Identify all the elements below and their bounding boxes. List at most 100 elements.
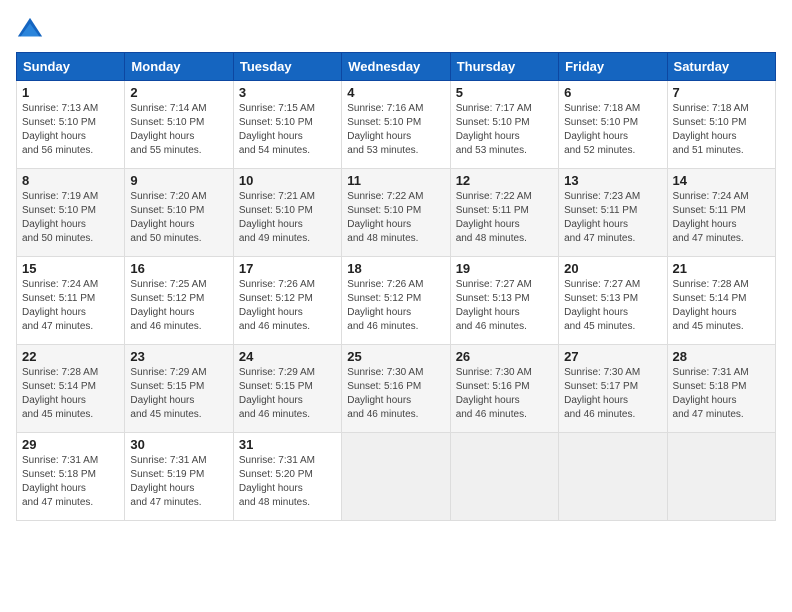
day-number: 15 (22, 261, 119, 276)
day-info: Sunrise: 7:14 AMSunset: 5:10 PMDaylight … (130, 103, 206, 156)
day-header-wednesday: Wednesday (342, 53, 450, 81)
day-info: Sunrise: 7:25 AMSunset: 5:12 PMDaylight … (130, 279, 206, 332)
calendar-cell: 20Sunrise: 7:27 AMSunset: 5:13 PMDayligh… (559, 257, 667, 345)
day-number: 6 (564, 85, 661, 100)
day-number: 14 (673, 173, 770, 188)
day-info: Sunrise: 7:28 AMSunset: 5:14 PMDaylight … (673, 279, 749, 332)
calendar-cell: 3 Sunrise: 7:15 AMSunset: 5:10 PMDaylight… (233, 81, 341, 169)
day-info: Sunrise: 7:21 AMSunset: 5:10 PMDaylight … (239, 191, 315, 244)
logo (16, 16, 48, 44)
day-number: 20 (564, 261, 661, 276)
calendar-cell (450, 433, 558, 521)
day-number: 30 (130, 437, 227, 452)
day-info: Sunrise: 7:23 AMSunset: 5:11 PMDaylight … (564, 191, 640, 244)
calendar-cell: 17 Sunrise: 7:26 AMSunset: 5:12 PMDayligh… (233, 257, 341, 345)
day-info: Sunrise: 7:15 AMSunset: 5:10 PMDaylight … (239, 103, 315, 156)
day-number: 18 (347, 261, 444, 276)
day-number: 29 (22, 437, 119, 452)
calendar-cell: 6 Sunrise: 7:18 AMSunset: 5:10 PMDaylight… (559, 81, 667, 169)
calendar-cell: 8 Sunrise: 7:19 AMSunset: 5:10 PMDaylight… (17, 169, 125, 257)
day-number: 5 (456, 85, 553, 100)
week-row-2: 8 Sunrise: 7:19 AMSunset: 5:10 PMDaylight… (17, 169, 776, 257)
week-row-3: 15 Sunrise: 7:24 AMSunset: 5:11 PMDayligh… (17, 257, 776, 345)
calendar-cell: 23 Sunrise: 7:29 AMSunset: 5:15 PMDayligh… (125, 345, 233, 433)
day-header-saturday: Saturday (667, 53, 775, 81)
day-header-thursday: Thursday (450, 53, 558, 81)
day-number: 28 (673, 349, 770, 364)
day-info: Sunrise: 7:28 AMSunset: 5:14 PMDaylight … (22, 367, 98, 420)
calendar-cell: 27 Sunrise: 7:30 AMSunset: 5:17 PMDayligh… (559, 345, 667, 433)
day-info: Sunrise: 7:31 AMSunset: 5:18 PMDaylight … (673, 367, 749, 420)
day-number: 4 (347, 85, 444, 100)
day-number: 11 (347, 173, 444, 188)
day-number: 2 (130, 85, 227, 100)
calendar-cell: 31 Sunrise: 7:31 AMSunset: 5:20 PMDayligh… (233, 433, 341, 521)
day-number: 10 (239, 173, 336, 188)
day-info: Sunrise: 7:13 AMSunset: 5:10 PMDaylight … (22, 103, 98, 156)
day-info: Sunrise: 7:19 AMSunset: 5:10 PMDaylight … (22, 191, 98, 244)
calendar-cell: 13 Sunrise: 7:23 AMSunset: 5:11 PMDayligh… (559, 169, 667, 257)
day-info: Sunrise: 7:29 AMSunset: 5:15 PMDaylight … (239, 367, 315, 420)
day-info: Sunrise: 7:26 AMSunset: 5:12 PMDaylight … (239, 279, 315, 332)
day-header-sunday: Sunday (17, 53, 125, 81)
day-info: Sunrise: 7:30 AMSunset: 5:16 PMDaylight … (456, 367, 532, 420)
day-number: 24 (239, 349, 336, 364)
day-info: Sunrise: 7:29 AMSunset: 5:15 PMDaylight … (130, 367, 206, 420)
calendar-table: SundayMondayTuesdayWednesdayThursdayFrid… (16, 52, 776, 521)
day-info: Sunrise: 7:30 AMSunset: 5:17 PMDaylight … (564, 367, 640, 420)
calendar-cell: 19Sunrise: 7:27 AMSunset: 5:13 PMDayligh… (450, 257, 558, 345)
calendar-cell: 2 Sunrise: 7:14 AMSunset: 5:10 PMDaylight… (125, 81, 233, 169)
day-number: 23 (130, 349, 227, 364)
day-number: 7 (673, 85, 770, 100)
calendar-cell: 14 Sunrise: 7:24 AMSunset: 5:11 PMDayligh… (667, 169, 775, 257)
week-row-5: 29 Sunrise: 7:31 AMSunset: 5:18 PMDayligh… (17, 433, 776, 521)
day-number: 27 (564, 349, 661, 364)
days-header-row: SundayMondayTuesdayWednesdayThursdayFrid… (17, 53, 776, 81)
calendar-cell: 4 Sunrise: 7:16 AMSunset: 5:10 PMDaylight… (342, 81, 450, 169)
calendar-cell: 25 Sunrise: 7:30 AMSunset: 5:16 PMDayligh… (342, 345, 450, 433)
day-info: Sunrise: 7:18 AMSunset: 5:10 PMDaylight … (673, 103, 749, 156)
calendar-cell: 5 Sunrise: 7:17 AMSunset: 5:10 PMDaylight… (450, 81, 558, 169)
day-info: Sunrise: 7:30 AMSunset: 5:16 PMDaylight … (347, 367, 423, 420)
calendar-cell: 22Sunrise: 7:28 AMSunset: 5:14 PMDayligh… (17, 345, 125, 433)
day-info: Sunrise: 7:18 AMSunset: 5:10 PMDaylight … (564, 103, 640, 156)
calendar-cell: 1 Sunrise: 7:13 AMSunset: 5:10 PMDaylight… (17, 81, 125, 169)
day-info: Sunrise: 7:22 AMSunset: 5:10 PMDaylight … (347, 191, 423, 244)
day-info: Sunrise: 7:24 AMSunset: 5:11 PMDaylight … (22, 279, 98, 332)
calendar-cell: 15 Sunrise: 7:24 AMSunset: 5:11 PMDayligh… (17, 257, 125, 345)
day-number: 8 (22, 173, 119, 188)
day-header-friday: Friday (559, 53, 667, 81)
day-number: 12 (456, 173, 553, 188)
day-number: 21 (673, 261, 770, 276)
calendar-cell: 18 Sunrise: 7:26 AMSunset: 5:12 PMDayligh… (342, 257, 450, 345)
day-number: 17 (239, 261, 336, 276)
day-number: 13 (564, 173, 661, 188)
day-number: 25 (347, 349, 444, 364)
calendar-cell: 9Sunrise: 7:20 AMSunset: 5:10 PMDaylight… (125, 169, 233, 257)
page-container: SundayMondayTuesdayWednesdayThursdayFrid… (16, 16, 776, 521)
calendar-cell: 7 Sunrise: 7:18 AMSunset: 5:10 PMDaylight… (667, 81, 775, 169)
day-info: Sunrise: 7:24 AMSunset: 5:11 PMDaylight … (673, 191, 749, 244)
day-info: Sunrise: 7:17 AMSunset: 5:10 PMDaylight … (456, 103, 532, 156)
day-info: Sunrise: 7:26 AMSunset: 5:12 PMDaylight … (347, 279, 423, 332)
calendar-cell: 26 Sunrise: 7:30 AMSunset: 5:16 PMDayligh… (450, 345, 558, 433)
calendar-cell: 29 Sunrise: 7:31 AMSunset: 5:18 PMDayligh… (17, 433, 125, 521)
logo-icon (16, 16, 44, 44)
day-number: 26 (456, 349, 553, 364)
calendar-cell (667, 433, 775, 521)
day-number: 16 (130, 261, 227, 276)
day-header-monday: Monday (125, 53, 233, 81)
day-number: 9 (130, 173, 227, 188)
day-number: 3 (239, 85, 336, 100)
day-header-tuesday: Tuesday (233, 53, 341, 81)
calendar-cell: 28 Sunrise: 7:31 AMSunset: 5:18 PMDayligh… (667, 345, 775, 433)
day-info: Sunrise: 7:31 AMSunset: 5:20 PMDaylight … (239, 455, 315, 508)
calendar-cell (342, 433, 450, 521)
header (16, 16, 776, 44)
calendar-cell: 16 Sunrise: 7:25 AMSunset: 5:12 PMDayligh… (125, 257, 233, 345)
day-info: Sunrise: 7:31 AMSunset: 5:18 PMDaylight … (22, 455, 98, 508)
day-info: Sunrise: 7:16 AMSunset: 5:10 PMDaylight … (347, 103, 423, 156)
day-number: 1 (22, 85, 119, 100)
calendar-cell: 11 Sunrise: 7:22 AMSunset: 5:10 PMDayligh… (342, 169, 450, 257)
day-number: 31 (239, 437, 336, 452)
